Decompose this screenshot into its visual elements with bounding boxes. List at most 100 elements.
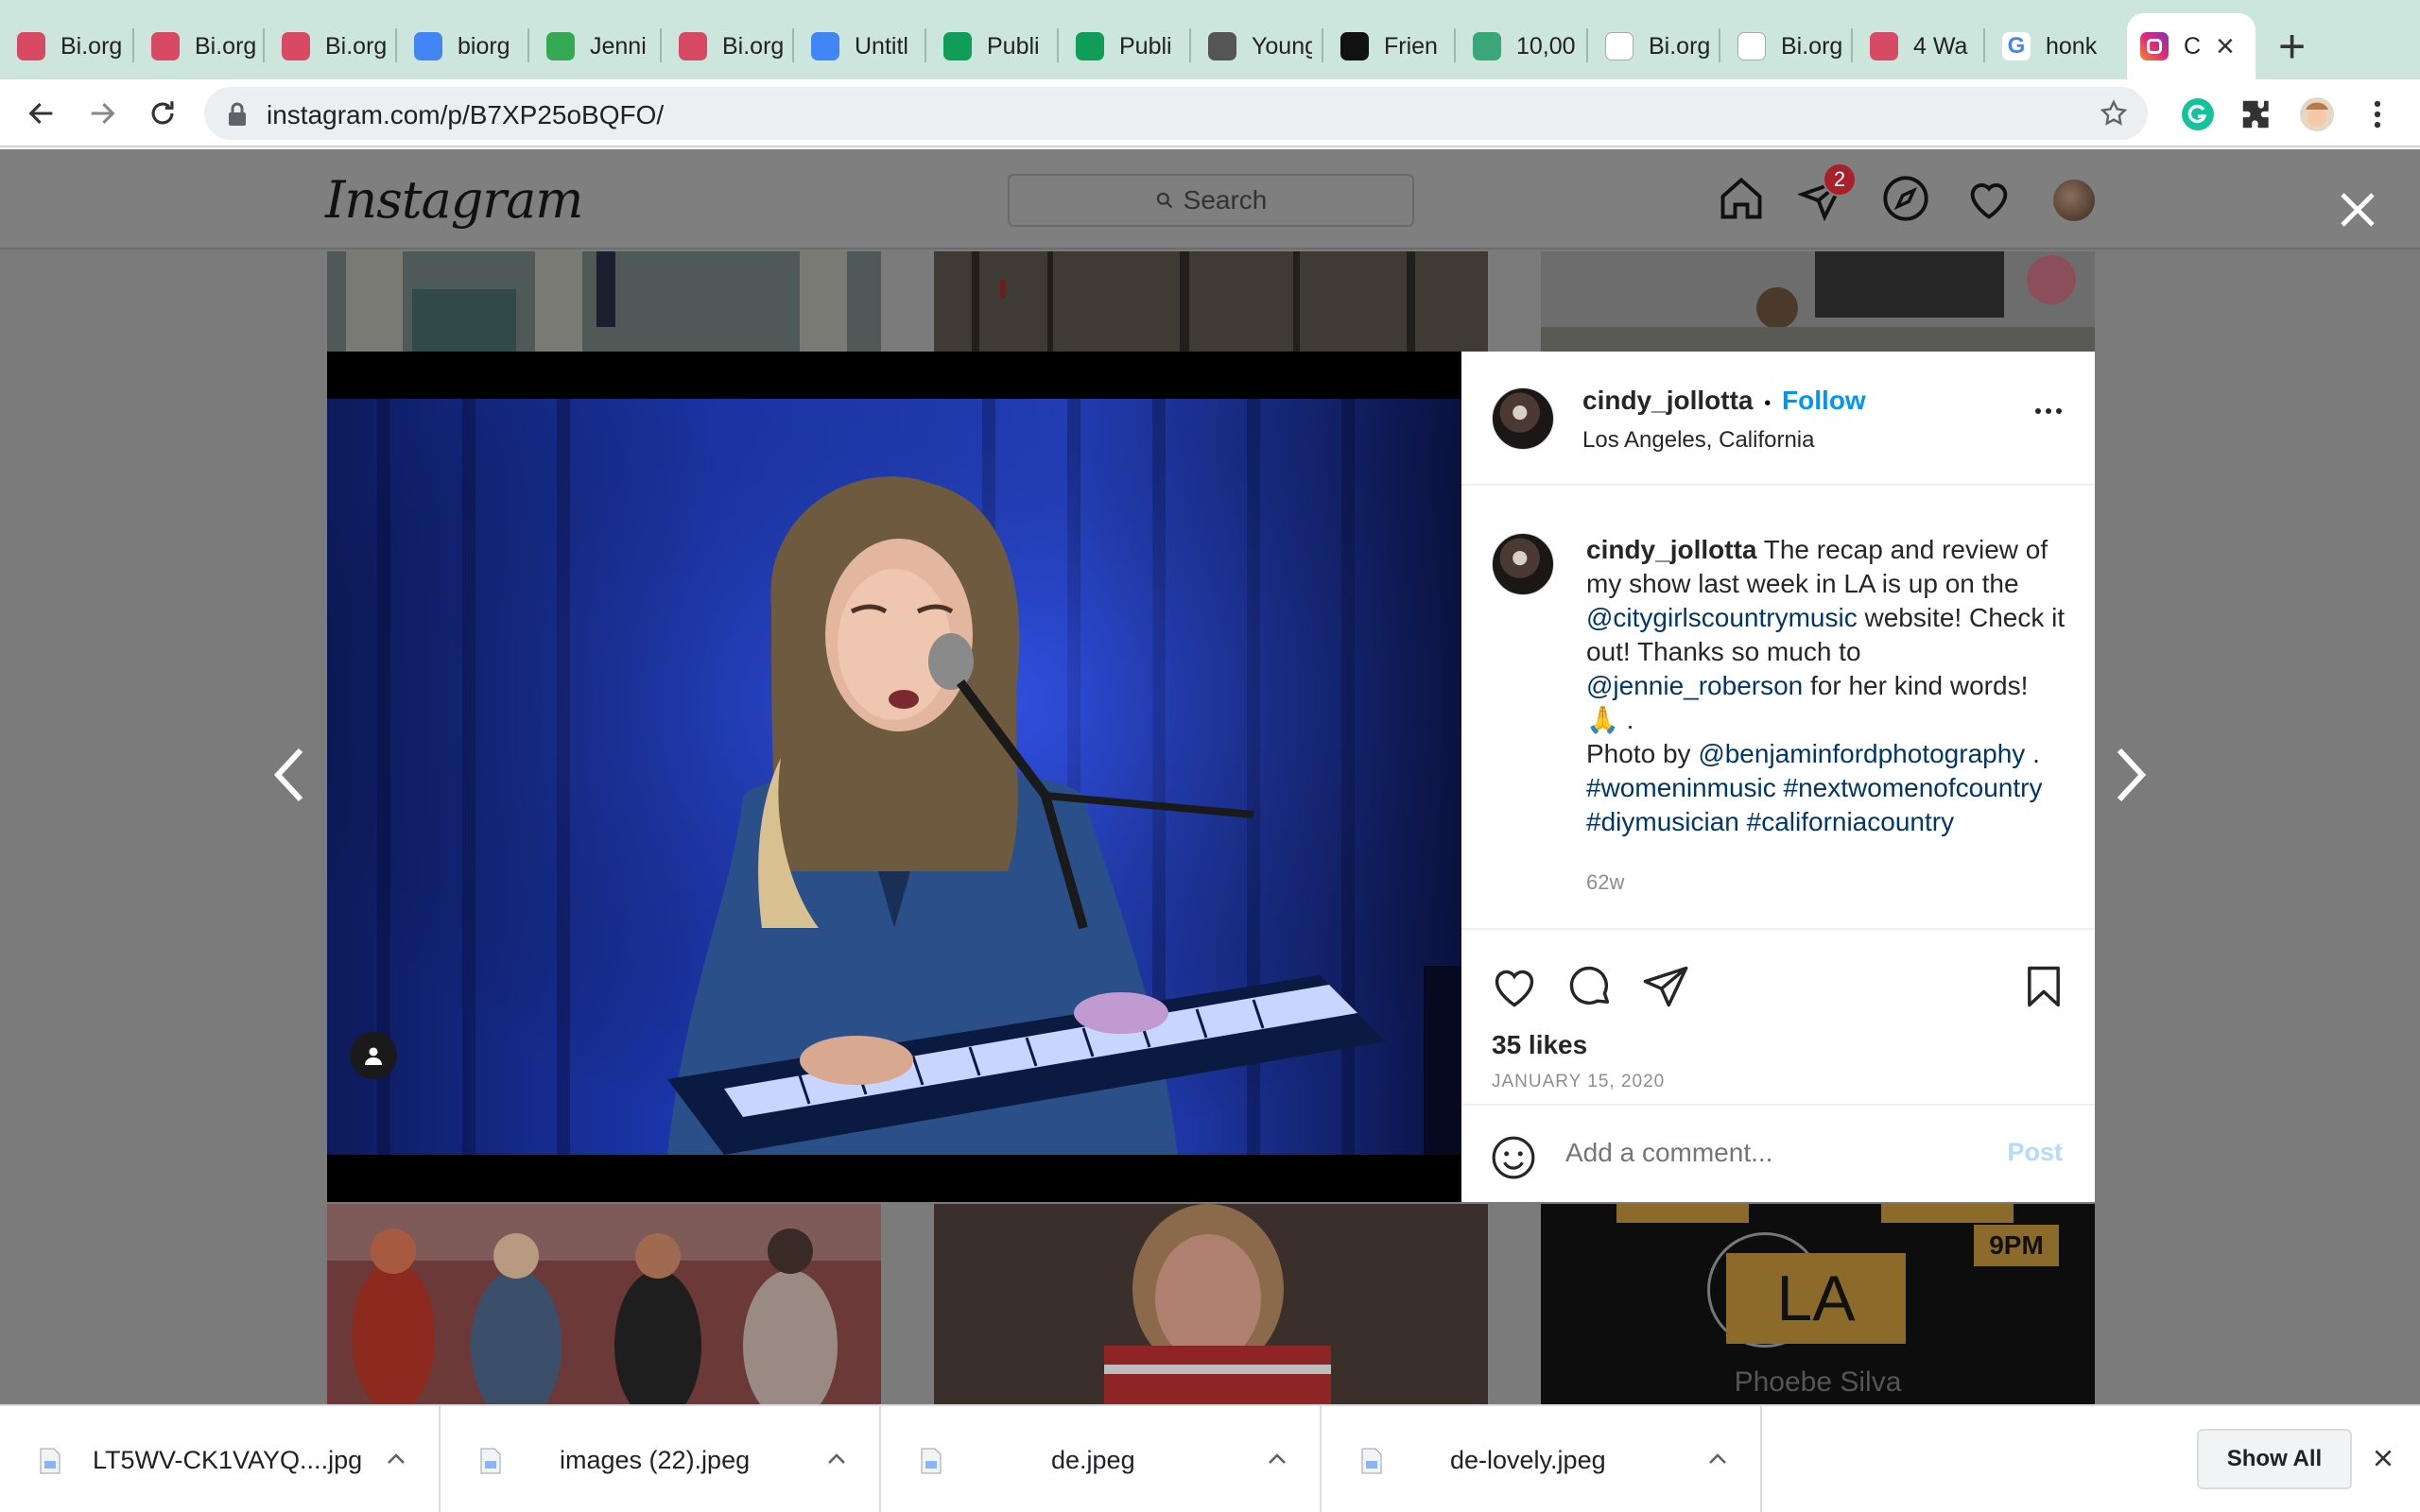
follow-separator: •	[1764, 393, 1772, 414]
tagged-people-button[interactable]	[350, 1032, 397, 1079]
chevron-up-icon[interactable]	[386, 1452, 406, 1467]
emoji-smiley-icon[interactable]	[1490, 1134, 1537, 1181]
address-bar[interactable]: instagram.com/p/B7XP25oBQFO/	[204, 87, 2148, 140]
globe-icon	[1208, 32, 1236, 60]
browser-tab[interactable]: Jenni	[529, 17, 650, 76]
tab-title: Young	[1252, 32, 1312, 60]
extensions-puzzle-icon[interactable]	[2238, 96, 2274, 132]
download-item[interactable]: images (22).jpeg	[441, 1406, 881, 1512]
instagram-page: Instagram Search 2 9PM LA Phoebe Silva c…	[0, 149, 2420, 1404]
download-item[interactable]: LT5WV-CK1VAYQ....jpg	[0, 1406, 441, 1512]
biorg-icon	[1870, 32, 1898, 60]
google-icon: G	[2002, 32, 2031, 60]
close-tab-icon[interactable]: ×	[2216, 30, 2235, 62]
mention-link-1[interactable]: @citygirlscountrymusic	[1586, 603, 1858, 632]
chevron-up-icon[interactable]	[1707, 1452, 1728, 1467]
tab-title: Bi.org	[722, 32, 783, 60]
browser-tab[interactable]: Bi.org	[662, 17, 783, 76]
instagram-header: Instagram Search 2	[0, 149, 2420, 249]
new-tab-button[interactable]: +	[2278, 23, 2306, 70]
google-docs-icon	[414, 32, 442, 60]
next-post-arrow-icon[interactable]	[2112, 747, 2150, 803]
post-photo-area	[327, 352, 1461, 1202]
user-avatar[interactable]	[2053, 180, 2095, 221]
download-item[interactable]: de.jpeg	[881, 1406, 1322, 1512]
comment-composer: Post	[1461, 1106, 2095, 1202]
caption-hashtags[interactable]: #womeninmusic #nextwomenofcountry #diymu…	[1586, 773, 2042, 836]
post-photo[interactable]	[327, 399, 1461, 1155]
grid-thumbnail-forest[interactable]	[934, 251, 1488, 352]
browser-tab[interactable]: Bi.org	[0, 17, 121, 76]
close-download-shelf-icon[interactable]	[2371, 1446, 2395, 1470]
close-modal-icon[interactable]	[2335, 187, 2380, 232]
mention-link-3[interactable]: @benjaminfordphotography	[1698, 739, 2025, 768]
caption-username[interactable]: cindy_jollotta	[1586, 535, 1756, 564]
browser-tab[interactable]: Bi.org	[1720, 17, 1841, 76]
post-comment-button[interactable]: Post	[2007, 1138, 2063, 1167]
chevron-up-icon[interactable]	[1267, 1452, 1288, 1467]
forward-button[interactable]	[79, 91, 125, 136]
previous-post-arrow-icon[interactable]	[270, 747, 308, 803]
share-paper-plane-icon[interactable]	[1641, 962, 1690, 1011]
browser-tab[interactable]: Bi.org	[265, 17, 386, 76]
browser-tab[interactable]: Bi.org	[134, 17, 255, 76]
post-date: JANUARY 15, 2020	[1492, 1072, 1666, 1091]
browser-tab[interactable]: C ×	[2127, 13, 2256, 79]
grid-thumbnail-group-photo[interactable]	[327, 1204, 881, 1404]
browser-tab[interactable]: Frien	[1323, 17, 1444, 76]
back-button[interactable]	[19, 91, 64, 136]
browser-tab[interactable]: 4 Wa	[1853, 17, 1974, 76]
grid-thumbnail-room[interactable]	[1541, 251, 2095, 352]
tab-title: 10,00	[1516, 32, 1576, 60]
browser-tab[interactable]: Publi	[1059, 17, 1180, 76]
likes-count[interactable]: 35 likes	[1492, 1030, 1587, 1060]
post-modal: cindy_jollotta • Follow Los Angeles, Cal…	[327, 352, 2095, 1202]
grid-thumbnail-tiles[interactable]	[327, 251, 881, 352]
chevron-up-icon[interactable]	[826, 1452, 847, 1467]
browser-tab[interactable]: biorg	[397, 17, 518, 76]
caption-author-avatar[interactable]	[1492, 533, 1554, 595]
grammarly-extension-icon[interactable]	[2180, 96, 2216, 132]
instagram-icon	[2140, 32, 2169, 60]
activity-heart-icon[interactable]	[1964, 174, 2014, 223]
tab-title: Frien	[1384, 32, 1438, 60]
profile-avatar-icon[interactable]	[2299, 96, 2335, 132]
explore-compass-icon[interactable]	[1881, 174, 1930, 223]
grid-thumbnail-singer[interactable]	[934, 1204, 1488, 1404]
browser-tab[interactable]: Ghonk	[1985, 17, 2106, 76]
download-file-name: images (22).jpeg	[560, 1446, 751, 1474]
browser-tab[interactable]: Young	[1191, 17, 1312, 76]
post-time-ago[interactable]: 62w	[1586, 866, 2068, 900]
comment-bubble-icon[interactable]	[1565, 962, 1615, 1011]
tab-title: Jenni	[590, 32, 647, 60]
mention-link-2[interactable]: @jennie_roberson	[1586, 671, 1803, 700]
download-file-name: de-lovely.jpeg	[1450, 1446, 1606, 1474]
grid-thumbnail-flyer[interactable]: 9PM LA Phoebe Silva	[1541, 1204, 2095, 1404]
show-all-downloads-button[interactable]: Show All	[2197, 1429, 2352, 1489]
blank-page-icon	[1737, 32, 1766, 60]
caption-text-4: .	[2032, 739, 2040, 768]
home-icon[interactable]	[1717, 174, 1766, 223]
browser-tab[interactable]: Bi.org	[1588, 17, 1709, 76]
author-avatar[interactable]	[1492, 387, 1554, 450]
follow-button[interactable]: Follow	[1782, 386, 1866, 415]
search-box[interactable]: Search	[1008, 174, 1414, 227]
save-bookmark-icon[interactable]	[2019, 962, 2068, 1011]
post-actions: 35 likes JANUARY 15, 2020	[1461, 930, 2095, 1106]
download-item[interactable]: de-lovely.jpeg	[1322, 1406, 1762, 1512]
like-heart-icon[interactable]	[1490, 962, 1539, 1011]
browser-tab[interactable]: Untitl	[794, 17, 915, 76]
browser-menu-icon[interactable]	[2360, 96, 2395, 132]
tab-title: honk	[2046, 32, 2098, 60]
browser-tab[interactable]: 10,00	[1456, 17, 1577, 76]
author-username[interactable]: cindy_jollotta	[1582, 386, 1753, 415]
browser-tab[interactable]: Publi	[926, 17, 1047, 76]
instagram-logo[interactable]: Instagram	[325, 170, 583, 230]
unsplash-icon	[1340, 32, 1369, 60]
lock-icon	[229, 102, 246, 126]
reload-button[interactable]	[140, 91, 185, 136]
more-options-icon[interactable]	[2034, 406, 2063, 416]
bookmark-star-icon[interactable]	[2099, 98, 2129, 129]
comment-input[interactable]	[1565, 1138, 1962, 1168]
post-location[interactable]: Los Angeles, California	[1582, 427, 1814, 454]
